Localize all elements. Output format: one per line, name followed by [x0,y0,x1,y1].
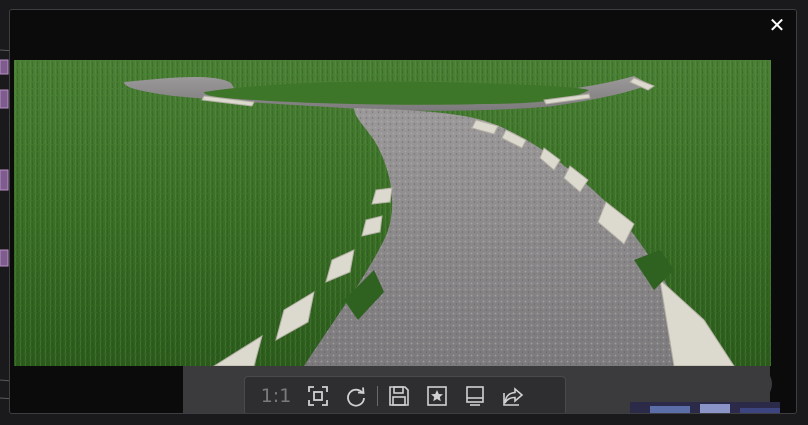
fit-screen-icon [308,386,328,406]
close-icon: ✕ [768,13,786,37]
viewer-bottom-strip-cap [710,366,772,402]
save-icon [389,386,409,406]
share-button[interactable] [496,380,530,412]
monitor-icon [466,386,484,406]
share-icon [503,387,524,406]
background-photo-fragment [630,402,780,413]
close-button[interactable]: ✕ [766,14,788,36]
viewer-toolbar: 1:1 [244,376,566,413]
favorite-button[interactable] [420,380,454,412]
rotate-icon [347,387,365,407]
rendered-image [14,60,771,366]
fit-to-window-button[interactable] [301,380,335,412]
image-viewer-window: ✕ 1:1 [9,9,797,414]
toolbar-separator [377,386,378,406]
actual-size-button[interactable]: 1:1 [255,380,297,412]
display-button[interactable] [458,380,492,412]
bookmark-star-icon [427,386,447,406]
rotate-button[interactable] [339,380,373,412]
save-button[interactable] [382,380,416,412]
garden-path-render [14,60,771,366]
